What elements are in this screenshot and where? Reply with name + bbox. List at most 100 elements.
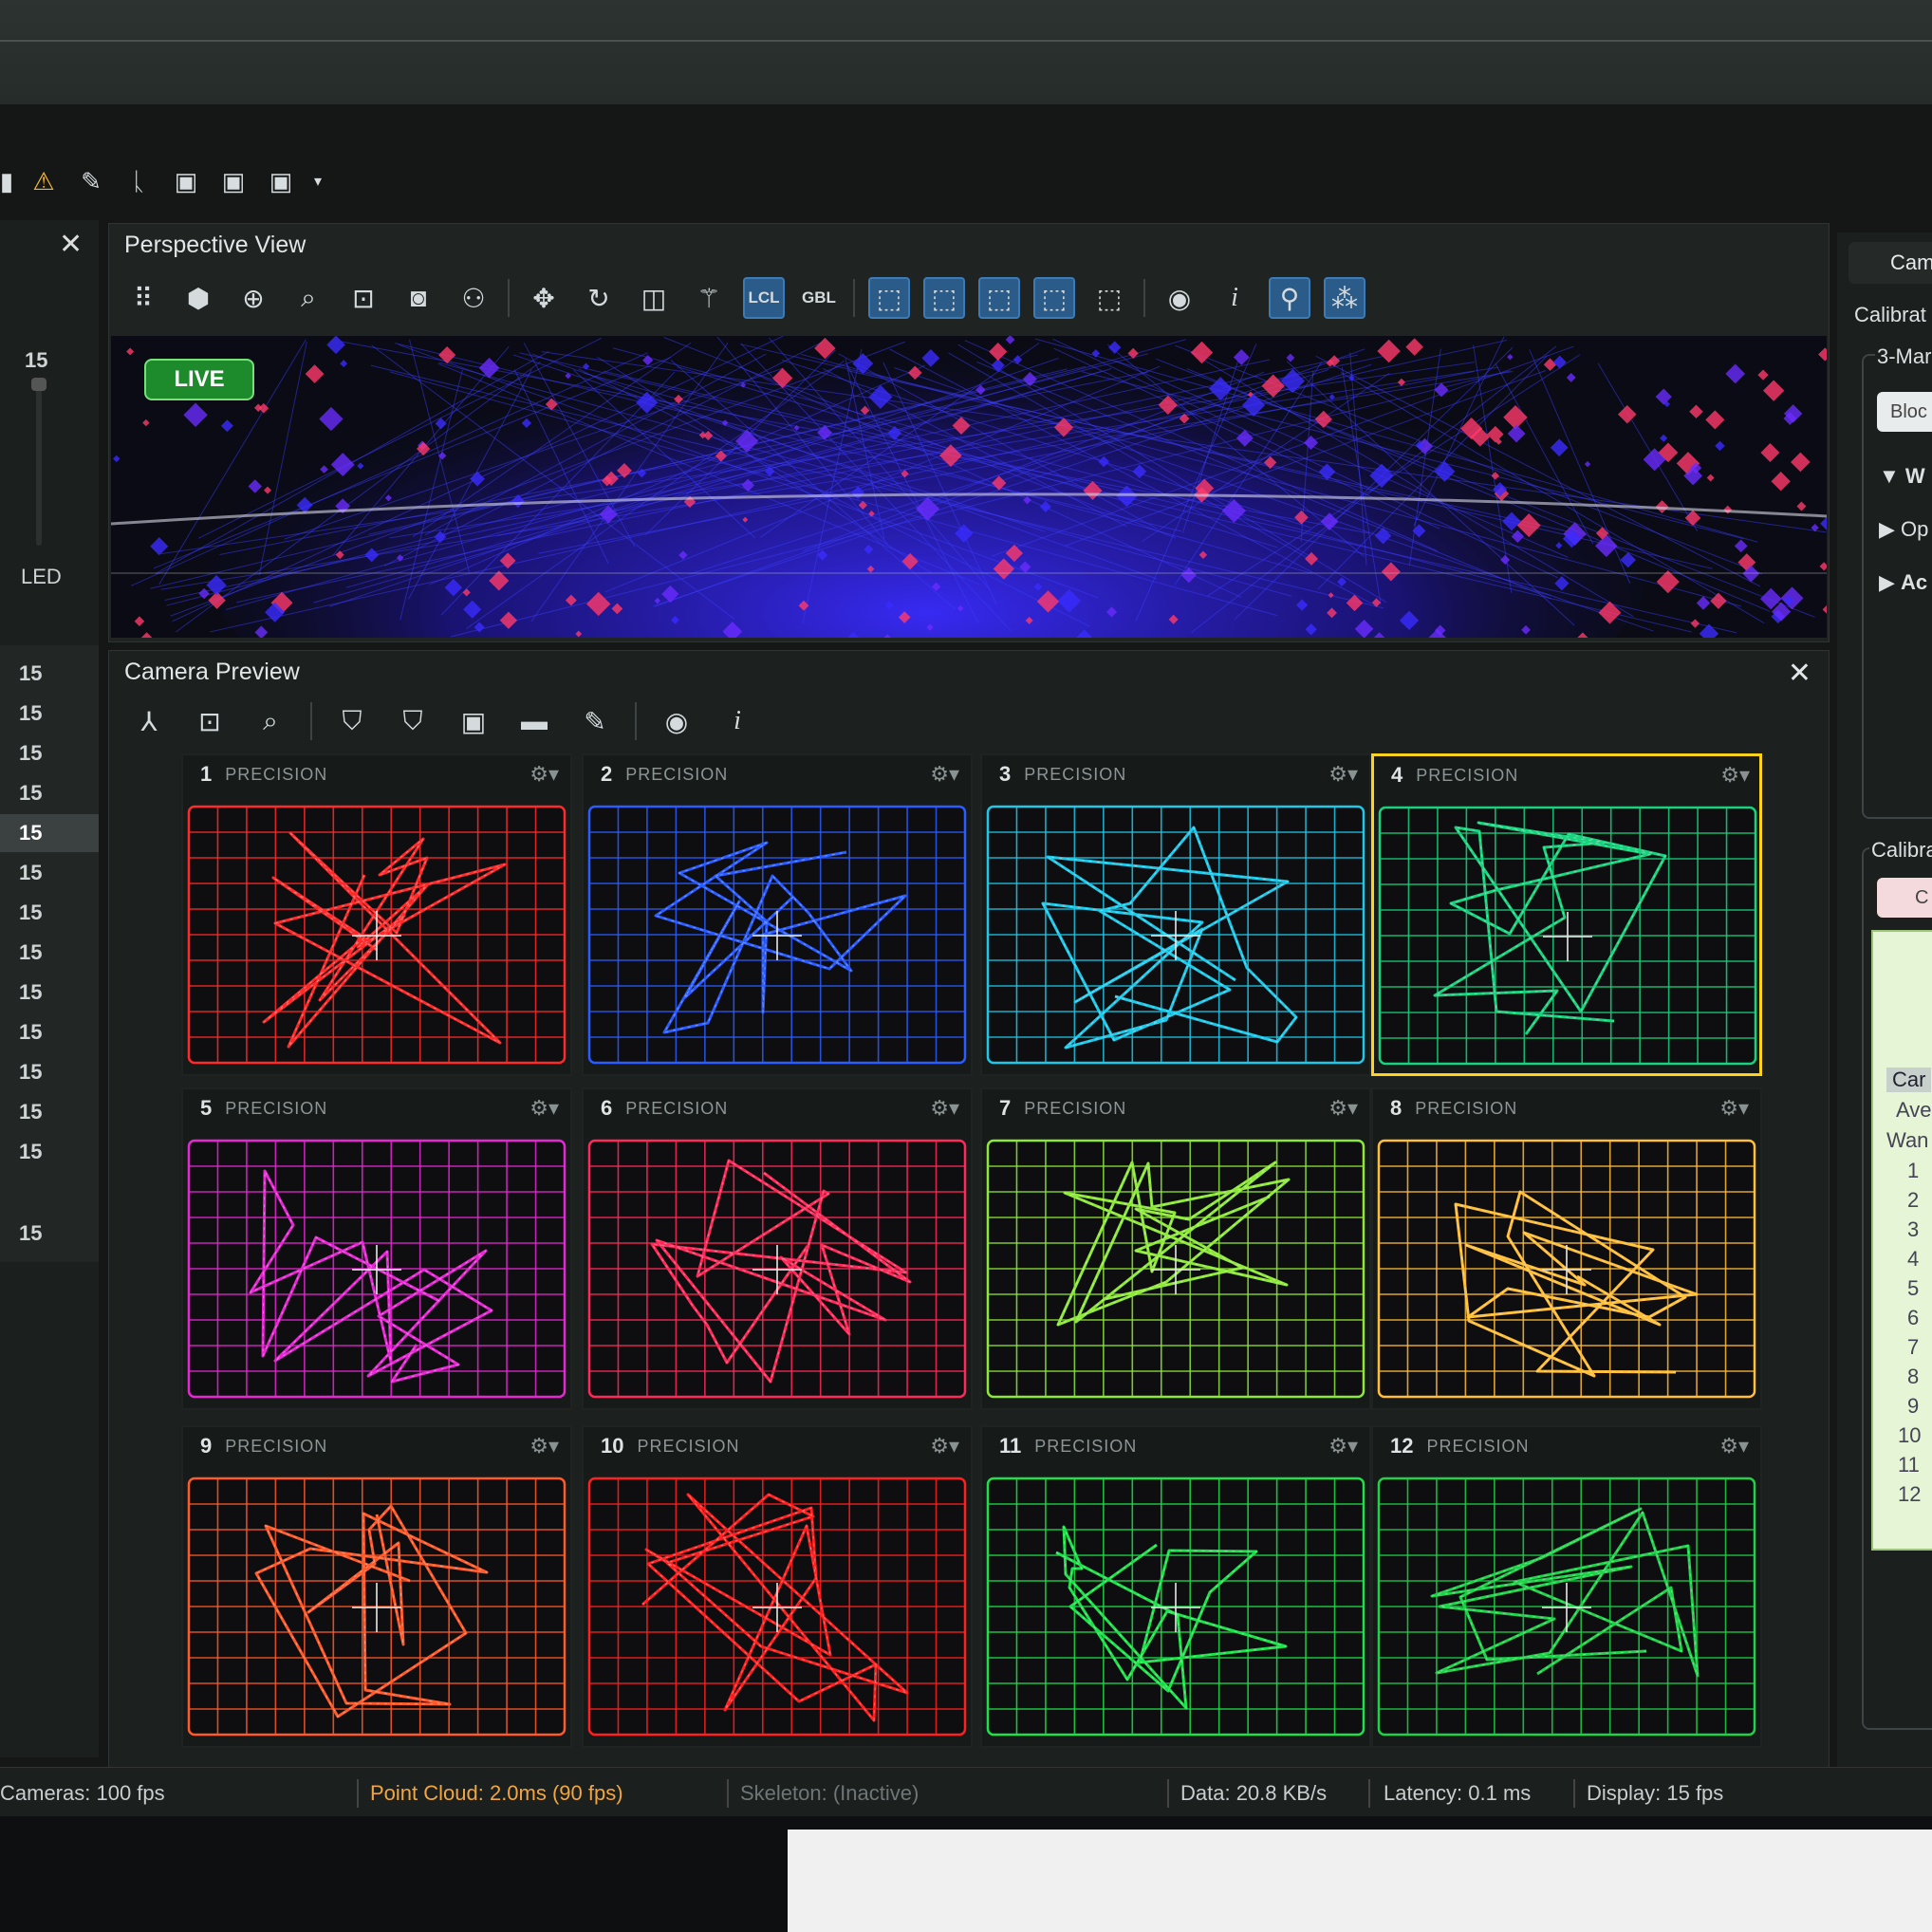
camera-row-value[interactable]: 15 — [0, 1053, 99, 1091]
mask-clear-icon[interactable]: ▬ — [513, 700, 555, 742]
camera-row-value[interactable]: 15 — [0, 854, 99, 892]
camera-row-value[interactable]: 15 — [0, 655, 99, 693]
nodes-icon[interactable]: ⚇ — [453, 277, 494, 319]
calibrate-button[interactable]: C — [1877, 878, 1932, 918]
zoom-fit-icon[interactable]: ⊡ — [189, 700, 231, 742]
camera-tile[interactable]: 9 PRECISION ⚙▾ — [181, 1425, 572, 1748]
select-skeleton-icon[interactable]: ⬚ — [1033, 277, 1075, 319]
camera-row-value[interactable]: 15 — [0, 1133, 99, 1171]
camera-tile[interactable]: 3 PRECISION ⚙▾ — [980, 753, 1371, 1076]
section-op[interactable]: ▶ Op — [1879, 517, 1928, 542]
gear-icon[interactable]: ⚙▾ — [1328, 1096, 1358, 1121]
camera-row-value[interactable]: 15 — [0, 1093, 99, 1131]
perspective-3d-canvas[interactable] — [111, 336, 1827, 638]
camera-row-value[interactable]: 15 — [0, 774, 99, 812]
zoom-target-icon[interactable]: ⊕ — [232, 277, 274, 319]
warning-icon[interactable]: ⚠ — [27, 164, 61, 198]
select-rigid-icon[interactable]: ⬚ — [923, 277, 965, 319]
local-button[interactable]: LCL — [743, 277, 785, 319]
camera-feed-view[interactable] — [185, 1475, 568, 1740]
axis-icon[interactable]: ⅄ — [128, 700, 170, 742]
section-ac[interactable]: ▶ Ac — [1879, 570, 1927, 595]
camera-feed-view[interactable] — [984, 803, 1367, 1068]
gear-icon[interactable]: ⚙▾ — [1328, 762, 1358, 787]
block-button[interactable]: Bloc — [1877, 392, 1932, 432]
gear-icon[interactable]: ⚙▾ — [1719, 1434, 1749, 1458]
select-markers-icon[interactable]: ⬚ — [868, 277, 910, 319]
camera-tile[interactable]: 8 PRECISION ⚙▾ — [1371, 1087, 1762, 1410]
led-slider-track[interactable] — [36, 384, 42, 546]
wand-icon[interactable]: ✎ — [74, 164, 108, 198]
gear-icon[interactable]: ⚙▾ — [1328, 1434, 1358, 1458]
tracking-icon[interactable]: ⚲ — [1269, 277, 1310, 319]
camera-feed-view[interactable] — [585, 803, 969, 1068]
select-all-icon[interactable]: ⬚ — [1088, 277, 1130, 319]
mask-remove-icon[interactable]: ⛉ — [392, 700, 434, 742]
layout-2-icon[interactable]: ▣ — [216, 164, 251, 198]
camera-tile[interactable]: 6 PRECISION ⚙▾ — [582, 1087, 973, 1410]
camera-tile[interactable]: 7 PRECISION ⚙▾ — [980, 1087, 1371, 1410]
select-bone-icon[interactable]: ⬚ — [978, 277, 1020, 319]
layout-1-icon[interactable]: ▣ — [169, 164, 203, 198]
cube-icon[interactable]: ⬢ — [177, 277, 219, 319]
camera-tile[interactable]: 10 PRECISION ⚙▾ — [582, 1425, 973, 1748]
person-icon[interactable]: ᚳ — [121, 164, 156, 198]
camera-feed-view[interactable] — [984, 1137, 1367, 1403]
camera-tile[interactable]: 1 PRECISION ⚙▾ — [181, 753, 572, 1076]
pen-icon[interactable]: ✎ — [574, 700, 616, 742]
skeleton-icon[interactable]: ⚚ — [688, 277, 730, 319]
camera-row-value[interactable]: 15 — [0, 894, 99, 932]
gear-icon[interactable]: ⚙▾ — [930, 1434, 959, 1458]
rotate-icon[interactable]: ↻ — [578, 277, 620, 319]
gear-icon[interactable]: ⚙▾ — [930, 762, 959, 787]
mask-rect-icon[interactable]: ▣ — [453, 700, 494, 742]
dropdown-arrow-icon[interactable]: ▾ — [311, 164, 325, 198]
grid-icon[interactable]: ⠿ — [122, 277, 164, 319]
close-icon[interactable]: ✕ — [59, 228, 83, 261]
gear-icon[interactable]: ⚙▾ — [1720, 763, 1750, 788]
camera-row-value[interactable]: 15 — [0, 1215, 99, 1253]
camera-feed-view[interactable] — [1375, 1137, 1758, 1403]
zoom-icon[interactable]: ⌕ — [288, 277, 329, 319]
camera-tile[interactable]: 5 PRECISION ⚙▾ — [181, 1087, 572, 1410]
camera-tile[interactable]: 12 PRECISION ⚙▾ — [1371, 1425, 1762, 1748]
markers-icon[interactable]: ⁂ — [1324, 277, 1365, 319]
zoom-fit-icon[interactable]: ⊡ — [343, 277, 384, 319]
camera-row-value[interactable]: 15 — [0, 734, 99, 772]
camera-feed-view[interactable] — [1375, 1475, 1758, 1740]
gear-icon[interactable]: ⚙▾ — [529, 762, 559, 787]
gear-icon[interactable]: ⚙▾ — [529, 1434, 559, 1458]
camera-row-value[interactable]: 15 — [0, 1013, 99, 1051]
close-icon[interactable]: ✕ — [1788, 657, 1811, 690]
camera-row-value[interactable]: 15 — [0, 695, 99, 733]
gear-icon[interactable]: ⚙▾ — [930, 1096, 959, 1121]
camera-feed-view[interactable] — [1376, 804, 1759, 1069]
move-icon[interactable]: ✥ — [523, 277, 565, 319]
gear-icon[interactable]: ⚙▾ — [1719, 1096, 1749, 1121]
camera-tile[interactable]: 2 PRECISION ⚙▾ — [582, 753, 973, 1076]
cameras-tab[interactable]: Came — [1848, 242, 1932, 284]
eye-icon[interactable]: ◉ — [656, 700, 697, 742]
scale-icon[interactable]: ◫ — [633, 277, 675, 319]
section-w[interactable]: ▼ W — [1879, 464, 1925, 489]
gear-icon[interactable]: ⚙▾ — [529, 1096, 559, 1121]
camera-feed-view[interactable] — [185, 803, 568, 1068]
camera-feed-view[interactable] — [585, 1475, 969, 1740]
camera-feed-view[interactable] — [984, 1475, 1367, 1740]
layout-3-icon[interactable]: ▣ — [264, 164, 298, 198]
camera-feed-view[interactable] — [185, 1137, 568, 1403]
mask-add-icon[interactable]: ⛉ — [331, 700, 373, 742]
camera-row-value[interactable]: 15 — [0, 814, 99, 852]
eye-icon[interactable]: ◉ — [1159, 277, 1200, 319]
global-button[interactable]: GBL — [798, 277, 840, 319]
tool-partial-icon[interactable]: ▮ — [0, 164, 13, 198]
camera-tile[interactable]: 4 PRECISION ⚙▾ — [1371, 753, 1762, 1076]
info-icon[interactable]: i — [1214, 277, 1255, 319]
camera-feed-view[interactable] — [585, 1137, 969, 1403]
camera-tile[interactable]: 11 PRECISION ⚙▾ — [980, 1425, 1371, 1748]
camera-row-value[interactable]: 15 — [0, 974, 99, 1012]
point-cloud-viewport[interactable] — [111, 336, 1827, 638]
led-slider-knob[interactable] — [31, 378, 46, 391]
camera-icon[interactable]: ◙ — [398, 277, 439, 319]
camera-row-value[interactable]: 15 — [0, 934, 99, 972]
